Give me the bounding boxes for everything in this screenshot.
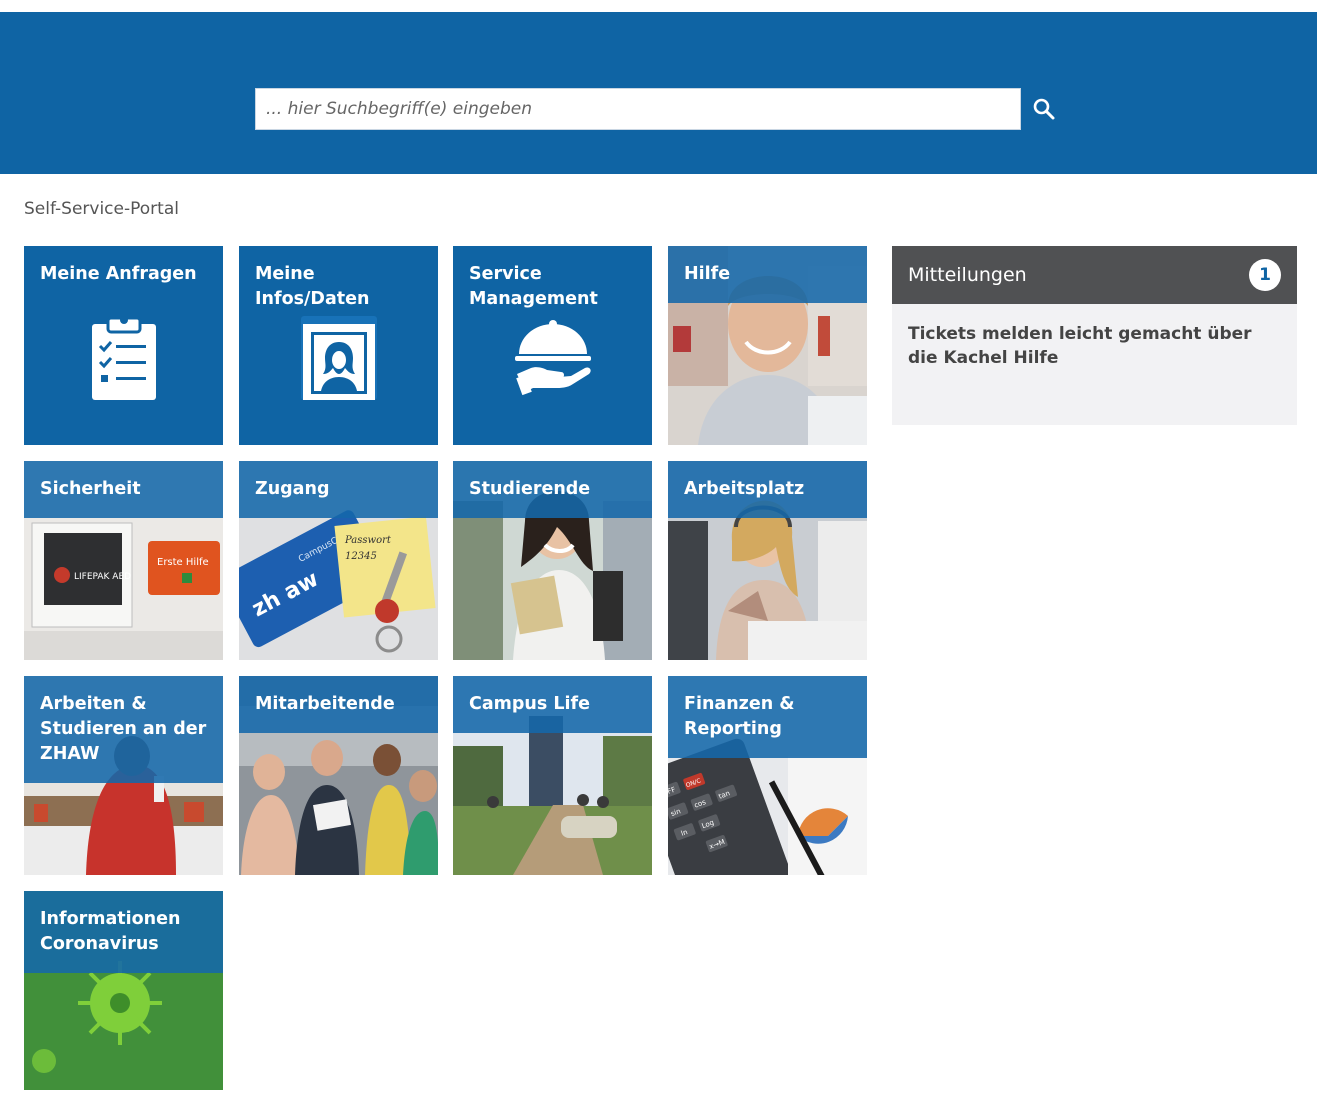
clipboard-checklist-icon bbox=[92, 316, 156, 400]
tile-title: Meine Infos/Daten bbox=[255, 264, 370, 309]
svg-text:12345: 12345 bbox=[345, 551, 377, 562]
svg-text:LIFEPAK AED: LIFEPAK AED bbox=[74, 572, 131, 582]
tile-hilfe[interactable]: Hilfe bbox=[668, 246, 867, 445]
tile-informationen-coronavirus[interactable]: Informationen Coronavirus bbox=[24, 891, 223, 1090]
tile-arbeitsplatz[interactable]: Arbeitsplatz bbox=[668, 461, 867, 660]
tile-title: Arbeitsplatz bbox=[684, 479, 805, 499]
notifications-title: Mitteilungen bbox=[908, 264, 1027, 286]
tile-title: Campus Life bbox=[469, 694, 591, 714]
search-button[interactable] bbox=[1023, 88, 1065, 130]
tile-title: Meine Anfragen bbox=[40, 264, 197, 284]
svg-text:Erste Hilfe: Erste Hilfe bbox=[157, 557, 209, 568]
notification-message[interactable]: Tickets melden leicht gemacht über die K… bbox=[892, 304, 1297, 388]
serving-cloche-hand-icon bbox=[515, 320, 591, 396]
search-box bbox=[255, 88, 1021, 130]
tile-service-management[interactable]: Service Management bbox=[453, 246, 652, 445]
search-input[interactable] bbox=[256, 89, 1020, 129]
tile-title: Finanzen & Reporting bbox=[684, 694, 795, 739]
tile-zugang[interactable]: zh aw CampusCard Passwort 12345 Zugang bbox=[239, 461, 438, 660]
tile-meine-anfragen[interactable]: Meine Anfragen bbox=[24, 246, 223, 445]
tile-studierende[interactable]: Studierende bbox=[453, 461, 652, 660]
tile-title: Studierende bbox=[469, 479, 591, 499]
tile-campus-life[interactable]: Campus Life bbox=[453, 676, 652, 875]
tile-title: Arbeiten & Studieren an der ZHAW bbox=[40, 694, 207, 764]
notifications-header[interactable]: Mitteilungen 1 bbox=[892, 246, 1297, 304]
notifications-panel: Mitteilungen 1 Tickets melden leicht gem… bbox=[892, 246, 1297, 425]
tile-title: Zugang bbox=[255, 479, 330, 499]
tile-title: Service Management bbox=[469, 264, 598, 309]
tile-title: Informationen Coronavirus bbox=[40, 909, 181, 954]
tile-title: Mitarbeitende bbox=[255, 694, 395, 714]
tile-title: Sicherheit bbox=[40, 479, 141, 499]
tile-meine-infos-daten[interactable]: Meine Infos/Daten bbox=[239, 246, 438, 445]
top-strip bbox=[0, 0, 1317, 12]
tile-sicherheit[interactable]: LIFEPAK AED Erste Hilfe Sicherheit bbox=[24, 461, 223, 660]
tile-finanzen-reporting[interactable]: OFF ON/C sin cos tan ln Log x→M Finanzen… bbox=[668, 676, 867, 875]
notifications-count-badge: 1 bbox=[1249, 259, 1281, 291]
breadcrumb: Self-Service-Portal bbox=[24, 199, 179, 219]
tile-mitarbeitende[interactable]: Mitarbeitende bbox=[239, 676, 438, 875]
search-icon bbox=[1033, 98, 1055, 120]
tile-title: Hilfe bbox=[684, 264, 731, 284]
tile-arbeiten-studieren-zhaw[interactable]: Arbeiten & Studieren an der ZHAW bbox=[24, 676, 223, 875]
svg-text:Passwort: Passwort bbox=[344, 535, 392, 546]
id-card-person-icon bbox=[301, 316, 377, 400]
